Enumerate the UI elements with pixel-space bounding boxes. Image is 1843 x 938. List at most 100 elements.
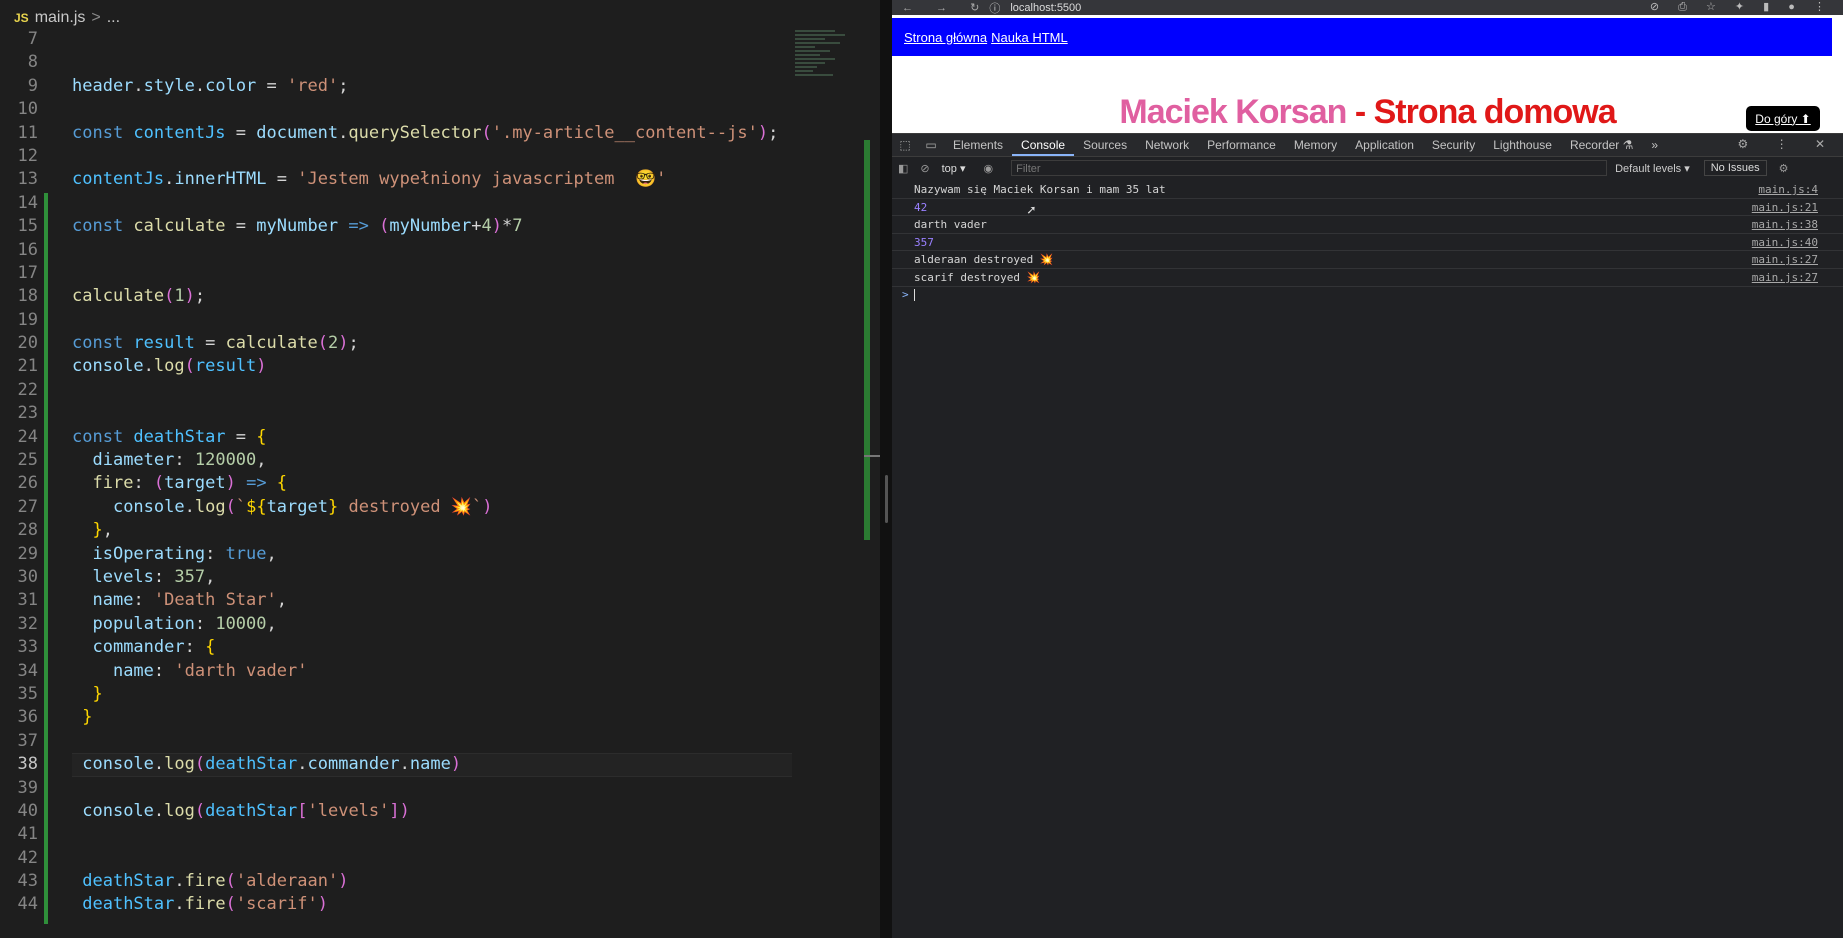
log-levels-dropdown[interactable]: Default levels ▾ (1615, 162, 1690, 175)
console-source-link[interactable]: main.js:40 (1752, 234, 1818, 252)
extension-icons[interactable]: ⊘ ⎙ ☆ ✦ ▮ ● ⋮ (1650, 0, 1833, 14)
issues-button[interactable]: No Issues (1703, 160, 1767, 176)
console-source-link[interactable]: main.js:38 (1752, 216, 1818, 234)
nav-link-home[interactable]: Strona główna (904, 30, 987, 45)
context-select[interactable]: top ▾ (942, 162, 966, 175)
code-line[interactable]: const calculate = myNumber => (myNumber+… (72, 215, 792, 238)
devtools-tab-sources[interactable]: Sources (1074, 134, 1136, 156)
code-line[interactable]: const contentJs = document.querySelector… (72, 122, 792, 145)
code-line[interactable]: } (72, 706, 792, 729)
console-source-link[interactable]: main.js:27 (1752, 251, 1818, 269)
code-line[interactable]: contentJs.innerHTML = 'Jestem wypełniony… (72, 168, 792, 191)
code-token: name (112, 660, 154, 681)
devtools-tab-network[interactable]: Network (1136, 134, 1198, 156)
code-line[interactable]: header.style.color = 'red'; (72, 75, 792, 98)
code-line[interactable]: console.log(`${target} destroyed 💥`) (72, 496, 792, 519)
heading-rest: - Strona domowa (1346, 93, 1617, 131)
code-line[interactable] (72, 823, 792, 846)
devtools-tab-security[interactable]: Security (1423, 134, 1484, 156)
devtools-tab-application[interactable]: Application (1346, 134, 1423, 156)
code-line[interactable]: levels: 357, (72, 566, 792, 589)
console-source-link[interactable]: main.js:21 (1752, 199, 1818, 217)
code-line[interactable] (72, 239, 792, 262)
code-line[interactable]: console.log(result) (72, 355, 792, 378)
devtools-tab-lighthouse[interactable]: Lighthouse (1484, 134, 1561, 156)
clear-console-icon[interactable]: ⊘ (920, 162, 929, 175)
devtools-settings-icons[interactable]: ⚙ ⋮ ✕ (1738, 137, 1837, 151)
code-token: 'red' (287, 75, 339, 96)
code-editor[interactable]: JS main.js > ... 7 8 9 10 11 12 13 14 15 16 17 18 19… (0, 0, 880, 938)
code-token: = (194, 333, 226, 354)
code-line[interactable] (72, 145, 792, 168)
line-number: 23 (17, 403, 38, 424)
address-bar[interactable]: localhost:5500 (1010, 2, 1081, 14)
code-line[interactable]: console.log(deathStar.commander.name) (72, 753, 792, 777)
live-expression-eye-icon[interactable]: ◉ (984, 162, 994, 175)
console-filter-input[interactable]: Filter (1011, 160, 1608, 176)
device-toggle-icon[interactable]: ▭ (924, 138, 938, 152)
code-token: commander (307, 754, 400, 775)
splitter-handle[interactable] (885, 475, 888, 523)
code-line[interactable]: population: 10000, (72, 613, 792, 636)
code-line[interactable] (72, 262, 792, 285)
code-line[interactable]: isOperating: true, (72, 543, 792, 566)
console-settings-icon[interactable]: ⚙ (1779, 162, 1789, 175)
console-input-caret[interactable] (914, 289, 915, 301)
nav-link-html[interactable]: Nauka HTML (991, 30, 1068, 45)
code-line[interactable]: } (72, 683, 792, 706)
breadcrumb-file[interactable]: main.js (35, 9, 86, 27)
devtools-tab-performance[interactable]: Performance (1198, 134, 1285, 156)
code-token: 4 (481, 216, 492, 237)
code-line[interactable]: name: 'darth vader' (72, 660, 792, 683)
code-line[interactable]: commander: { (72, 636, 792, 659)
code-token: = (225, 426, 257, 447)
code-token: console (82, 800, 154, 821)
code-line[interactable]: deathStar.fire('scarif') (72, 893, 792, 916)
back-to-top-button[interactable]: Do góry ⬆ (1746, 106, 1820, 131)
console-source-link[interactable]: main.js:27 (1752, 269, 1818, 287)
code-line[interactable] (72, 402, 792, 425)
code-line[interactable] (72, 309, 792, 332)
code-line[interactable]: name: 'Death Star', (72, 589, 792, 612)
code-token: calculate (133, 216, 226, 237)
info-icon[interactable]: ⓘ (989, 0, 1000, 16)
devtools-tab-memory[interactable]: Memory (1285, 134, 1346, 156)
code-area[interactable]: header.style.color = 'red'; const content… (72, 28, 792, 917)
code-line[interactable]: const result = calculate(2); (72, 332, 792, 355)
minimap[interactable] (795, 28, 855, 100)
code-line[interactable]: }, (72, 519, 792, 542)
devtools-tab-elements[interactable]: Elements (944, 134, 1012, 156)
code-token: deathStar (133, 426, 226, 447)
devtools-tab-console[interactable]: Console (1012, 134, 1075, 156)
code-line[interactable]: console.log(deathStar['levels']) (72, 800, 792, 823)
code-line[interactable] (72, 28, 792, 51)
code-line[interactable] (72, 192, 792, 215)
devtools-tab-recorder[interactable]: Recorder ⚗ (1561, 134, 1642, 156)
panel-splitter[interactable] (880, 0, 892, 938)
browser-nav-icons[interactable]: ← → ↻ (902, 1, 989, 14)
code-line[interactable]: fire: (target) => { (72, 472, 792, 495)
code-line[interactable] (72, 51, 792, 74)
code-line[interactable]: calculate(1); (72, 285, 792, 308)
code-token: , (266, 613, 277, 634)
code-line[interactable]: deathStar.fire('alderaan') (72, 870, 792, 893)
breadcrumb-symbol[interactable]: ... (107, 9, 120, 27)
code-line[interactable] (72, 379, 792, 402)
code-token: = (225, 216, 257, 237)
code-token: . (153, 754, 165, 775)
inspect-element-icon[interactable]: ⬚ (898, 138, 912, 152)
code-line[interactable] (72, 847, 792, 870)
sidebar-toggle-icon[interactable]: ◧ (898, 162, 908, 175)
code-line[interactable]: const deathStar = { (72, 426, 792, 449)
code-line[interactable] (72, 730, 792, 753)
more-tabs-icon[interactable]: » (1642, 134, 1667, 156)
scrollbar-thumb[interactable] (864, 455, 880, 457)
code-line[interactable] (72, 98, 792, 121)
console-source-link[interactable]: main.js:4 (1758, 181, 1818, 199)
code-line[interactable] (72, 777, 792, 800)
code-line[interactable]: diameter: 120000, (72, 449, 792, 472)
code-token: . (297, 754, 308, 775)
